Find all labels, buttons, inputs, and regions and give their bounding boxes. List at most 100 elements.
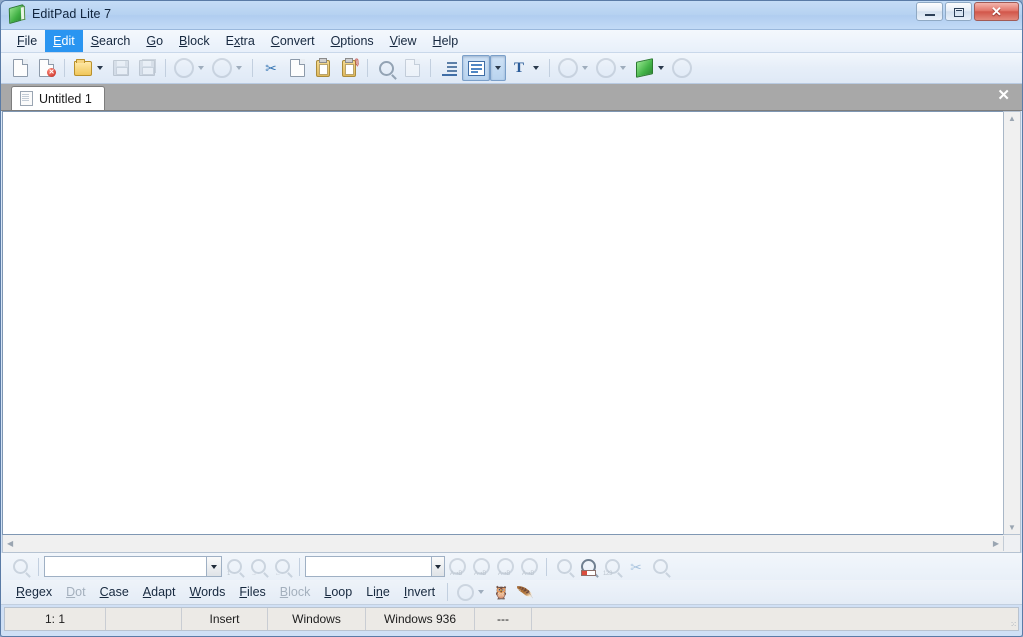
menu-item-file[interactable]: File <box>9 30 45 52</box>
option-words[interactable]: Words <box>182 585 232 599</box>
undo-dropdown-icon[interactable] <box>198 66 204 70</box>
find-previous-button[interactable]: ← <box>270 556 294 578</box>
magnifier-icon <box>12 559 28 574</box>
option-block[interactable]: Block <box>273 585 318 599</box>
option-case[interactable]: Case <box>93 585 136 599</box>
menu-item-go[interactable]: Go <box>138 30 171 52</box>
editpad-book-dropdown-icon[interactable] <box>658 66 664 70</box>
option-line[interactable]: Line <box>359 585 397 599</box>
option-files[interactable]: Files <box>232 585 272 599</box>
navigate-forward-dropdown-icon[interactable] <box>620 66 626 70</box>
find-next-button[interactable]: → <box>246 556 270 578</box>
copy-button[interactable] <box>284 56 310 80</box>
editpad-book-button[interactable] <box>631 56 657 80</box>
find-bar-search-button[interactable] <box>7 555 33 579</box>
search-combo[interactable] <box>44 556 222 577</box>
replace-button[interactable] <box>399 56 425 80</box>
replace-next-button[interactable]: A⇒B <box>469 556 493 578</box>
open-file-button[interactable] <box>70 56 96 80</box>
navigate-forward-button[interactable] <box>593 56 619 80</box>
navigate-back-dropdown-icon[interactable] <box>582 66 588 70</box>
replace-all-button[interactable]: A⇒B <box>445 556 469 578</box>
replace-combo[interactable] <box>305 556 445 577</box>
scroll-left-icon[interactable]: ◀ <box>3 539 17 548</box>
history-button[interactable] <box>453 581 477 603</box>
cut-icon: ✂ <box>265 60 277 76</box>
count-matches-button[interactable]: 1 <box>222 556 246 578</box>
highlight-button[interactable] <box>576 556 600 578</box>
restore-button[interactable] <box>945 2 972 21</box>
font-dropdown-icon[interactable] <box>533 66 539 70</box>
option-regex[interactable]: Regex <box>9 585 59 599</box>
replace-dropdown-button[interactable] <box>431 557 444 576</box>
close-tab-icon[interactable]: ✕ <box>997 88 1010 103</box>
cut-matches-button[interactable]: ✂ <box>624 556 648 578</box>
save-button[interactable] <box>108 56 134 80</box>
reload-button[interactable] <box>669 56 695 80</box>
menu-item-block[interactable]: Block <box>171 30 218 52</box>
menu-item-edit[interactable]: Edit <box>45 30 83 52</box>
search-button[interactable] <box>373 56 399 80</box>
status-line-breaks[interactable]: Windows <box>268 608 366 630</box>
paste-button[interactable] <box>310 56 336 80</box>
owl-icon: 🦉 <box>493 584 510 600</box>
option-dot[interactable]: Dot <box>59 585 92 599</box>
menu-item-view[interactable]: View <box>382 30 425 52</box>
replace-next-badge: A⇒B <box>474 570 487 577</box>
tab-untitled-1[interactable]: Untitled 1 <box>11 86 105 110</box>
cut-button[interactable]: ✂ <box>258 56 284 80</box>
menu-item-convert[interactable]: Convert <box>263 30 323 52</box>
open-file-dropdown-icon[interactable] <box>97 66 103 70</box>
find-next-badge: → <box>251 570 257 577</box>
replace-selection-button[interactable]: A⇒B <box>517 556 541 578</box>
replace-input[interactable] <box>306 557 431 576</box>
scroll-down-icon[interactable]: ▼ <box>1008 521 1016 534</box>
search-dropdown-button[interactable] <box>206 557 221 576</box>
numbered-list-button[interactable]: 123 <box>600 556 624 578</box>
status-encoding[interactable]: Windows 936 <box>366 608 475 630</box>
history-dropdown-icon[interactable] <box>478 590 485 594</box>
font-button[interactable]: T <box>506 56 532 80</box>
status-insert-mode[interactable]: Insert <box>182 608 268 630</box>
redo-dropdown-icon[interactable] <box>236 66 242 70</box>
indent-icon <box>441 61 457 76</box>
search-files-icon <box>556 559 572 574</box>
toolbar-separator <box>549 59 550 77</box>
word-wrap-button[interactable] <box>462 55 490 81</box>
indent-button[interactable] <box>436 56 462 80</box>
status-selection-info <box>106 608 182 630</box>
navigate-back-button[interactable] <box>555 56 581 80</box>
owl-button[interactable]: 🦉 <box>489 581 513 603</box>
menu-item-extra[interactable]: Extra <box>218 30 263 52</box>
preview-button[interactable] <box>648 556 672 578</box>
menu-item-options[interactable]: Options <box>323 30 382 52</box>
replace-previous-button[interactable]: A⇒B <box>493 556 517 578</box>
close-button[interactable]: ✕ <box>974 2 1019 21</box>
option-adapt[interactable]: Adapt <box>136 585 183 599</box>
text-editor[interactable] <box>2 111 1003 535</box>
close-file-button[interactable]: ✕ <box>33 56 59 80</box>
quill-button[interactable]: 🪶 <box>513 581 537 603</box>
scroll-right-icon[interactable]: ▶ <box>989 539 1003 548</box>
horizontal-scrollbar[interactable]: ◀ ▶ <box>2 535 1021 553</box>
editpad-book-icon <box>635 58 653 78</box>
option-invert[interactable]: Invert <box>397 585 442 599</box>
app-logo-icon <box>8 3 25 25</box>
search-input[interactable] <box>45 557 206 576</box>
word-wrap-dropdown-button[interactable] <box>490 55 506 81</box>
option-loop[interactable]: Loop <box>317 585 359 599</box>
scroll-up-icon[interactable]: ▲ <box>1008 112 1016 125</box>
menu-item-search[interactable]: Search <box>83 30 139 52</box>
restore-icon <box>954 8 964 17</box>
redo-button[interactable] <box>209 56 235 80</box>
vertical-scrollbar[interactable]: ▲ ▼ <box>1003 111 1021 535</box>
new-file-button[interactable] <box>7 56 33 80</box>
redo-icon <box>212 58 232 78</box>
resize-grip-icon[interactable]: ⁙ <box>1010 620 1018 630</box>
paste-special-button[interactable]: ✎ <box>336 56 362 80</box>
minimize-button[interactable] <box>916 2 943 21</box>
undo-button[interactable] <box>171 56 197 80</box>
save-all-button[interactable] <box>134 56 160 80</box>
menu-item-help[interactable]: Help <box>425 30 467 52</box>
search-files-button[interactable] <box>552 556 576 578</box>
